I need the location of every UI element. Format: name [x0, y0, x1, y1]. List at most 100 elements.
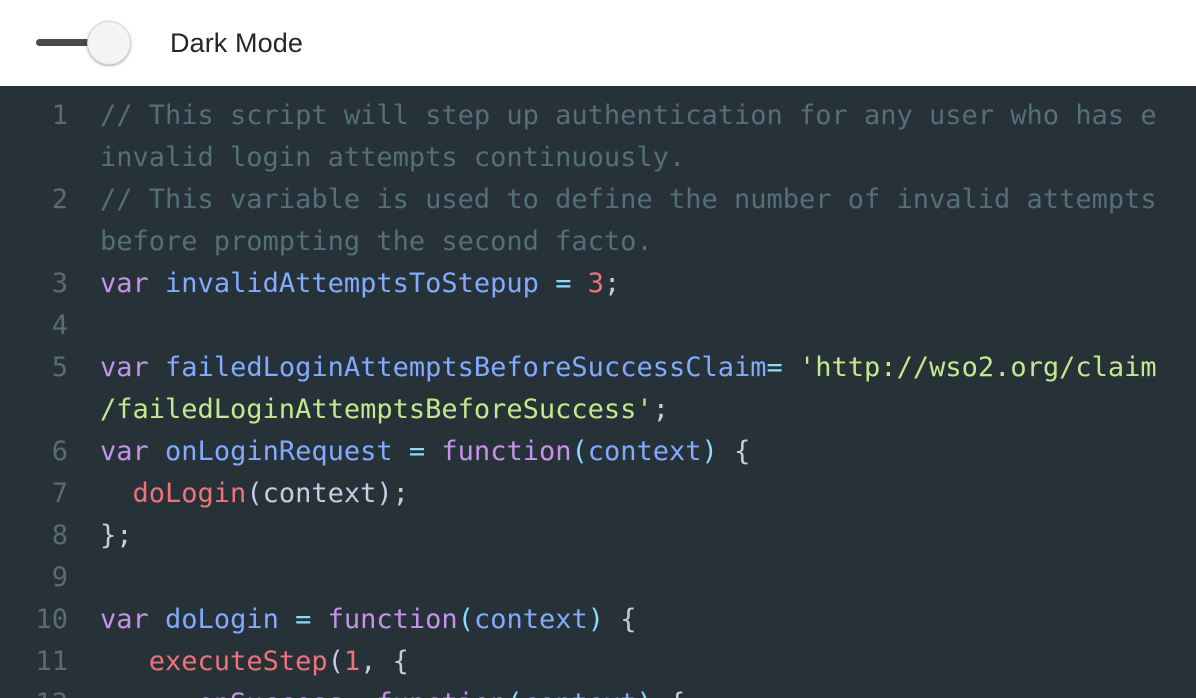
token-paren: ) [587, 604, 605, 635]
code-text[interactable] [68, 305, 116, 347]
token-punct: ; [652, 394, 669, 425]
code-text[interactable]: // This variable is used to define the n… [68, 179, 1157, 221]
token-punct: { [734, 436, 751, 467]
code-lines: 1 // This script will step up authenticat… [0, 86, 1196, 698]
code-text[interactable]: doLogin(context); [68, 473, 409, 515]
code-line[interactable]: 3 var invalidAttemptsToStepup = 3; [0, 263, 1196, 305]
token-string: /failedLoginAttemptsBeforeSuccess' [100, 394, 653, 425]
token-keyword: onSuccess [198, 688, 344, 698]
dark-mode-code-editor-screen: Dark Mode 1 // This script will step up a… [0, 0, 1196, 698]
token-punct: ( [246, 478, 263, 509]
token-var: context [473, 604, 588, 635]
token-punct: : [344, 688, 377, 698]
code-line[interactable]: 2 // This variable is used to define the … [0, 179, 1196, 221]
token-keyword: var [100, 268, 149, 299]
line-number: 3 [51, 268, 68, 299]
code-line-wrapped[interactable]: before prompting the second facto. [0, 221, 1196, 263]
token-op: = [408, 436, 426, 467]
line-number: 10 [35, 604, 68, 635]
token-punct: }; [100, 520, 133, 551]
token-comment: // This variable is used to define the n… [100, 184, 1157, 215]
code-line[interactable]: 5 var failedLoginAttemptsBeforeSuccessCla… [0, 347, 1196, 389]
token-keyword: function [441, 436, 572, 467]
token-num: 3 [587, 268, 604, 299]
code-line[interactable]: 1 // This script will step up authenticat… [0, 95, 1196, 137]
code-text[interactable]: var invalidAttemptsToStepup = 3; [68, 263, 620, 305]
code-line[interactable]: 7 doLogin(context); [0, 473, 1196, 515]
token-comment: invalid login attempts continuously. [100, 142, 686, 173]
line-number: 11 [35, 646, 68, 677]
code-editor-pane[interactable]: 1 // This script will step up authenticat… [0, 86, 1196, 698]
code-text[interactable]: executeStep(1, { [68, 641, 409, 683]
code-line[interactable]: 8}; [0, 515, 1196, 557]
token-var: context [523, 688, 637, 698]
code-text[interactable]: before prompting the second facto. [68, 221, 653, 263]
line-number: 7 [51, 478, 68, 509]
code-text[interactable]: // This script will step up authenticati… [68, 95, 1157, 137]
line-number: 8 [51, 520, 68, 551]
token-paren: ( [506, 688, 522, 698]
token-var: onLoginRequest [165, 436, 393, 467]
line-number: 1 [51, 100, 68, 131]
dark-mode-label: Dark Mode [170, 27, 303, 58]
code-line[interactable]: 6 var onLoginRequest = function(context) … [0, 431, 1196, 473]
toggle-thumb[interactable] [87, 21, 131, 65]
code-line-wrapped[interactable]: /failedLoginAttemptsBeforeSuccess'; [0, 389, 1196, 431]
token-keyword: function [327, 604, 458, 635]
line-number: 5 [51, 352, 68, 383]
token-paren: ( [457, 604, 474, 635]
code-text[interactable]: onSuccess: function(context) { [68, 683, 686, 698]
code-line[interactable]: 12 onSuccess: function(context) { [0, 683, 1196, 698]
token-paren: ) [701, 436, 718, 467]
token-var: failedLoginAttemptsBeforeSuccessClaim [165, 352, 767, 383]
token-keyword: var [100, 604, 149, 635]
token-keyword: function [376, 688, 506, 698]
code-text[interactable]: var doLogin = function(context) { [68, 599, 637, 641]
line-number: 4 [51, 310, 68, 341]
code-text[interactable]: invalid login attempts continuously. [68, 137, 685, 179]
token-op: = [766, 352, 783, 383]
token-op: = [295, 604, 312, 635]
code-text[interactable]: /failedLoginAttemptsBeforeSuccess'; [68, 389, 669, 431]
code-text[interactable]: }; [68, 515, 133, 557]
token-paren: ( [571, 436, 588, 467]
token-paren: ) [636, 688, 652, 698]
code-line[interactable]: 11 executeStep(1, { [0, 641, 1196, 683]
token-punct: { [653, 688, 685, 698]
token-punct: , { [360, 646, 409, 677]
token-comment: before prompting the second facto. [100, 226, 653, 257]
token-punct: ; [603, 268, 621, 299]
line-number: 9 [51, 562, 68, 593]
line-number: 2 [51, 184, 68, 215]
code-line[interactable]: 4 [0, 305, 1196, 347]
code-line[interactable]: 9 [0, 557, 1196, 599]
token-var: invalidAttemptsToStepup [165, 268, 539, 299]
token-comment: // This script will step up authenticati… [100, 100, 1157, 131]
top-toolbar: Dark Mode [0, 0, 1196, 86]
code-line[interactable]: 10 var doLogin = function(context) { [0, 599, 1196, 641]
token-num: 1 [343, 646, 361, 677]
dark-mode-toggle[interactable] [32, 21, 131, 65]
code-line-wrapped[interactable]: invalid login attempts continuously. [0, 137, 1196, 179]
code-text[interactable]: var onLoginRequest = function(context) { [68, 431, 750, 473]
token-keyword: var [100, 352, 149, 383]
code-text[interactable]: var failedLoginAttemptsBeforeSuccessClai… [68, 347, 1157, 389]
token-var: context [587, 436, 702, 467]
code-text[interactable] [68, 557, 116, 599]
token-func: executeStep [148, 646, 328, 677]
